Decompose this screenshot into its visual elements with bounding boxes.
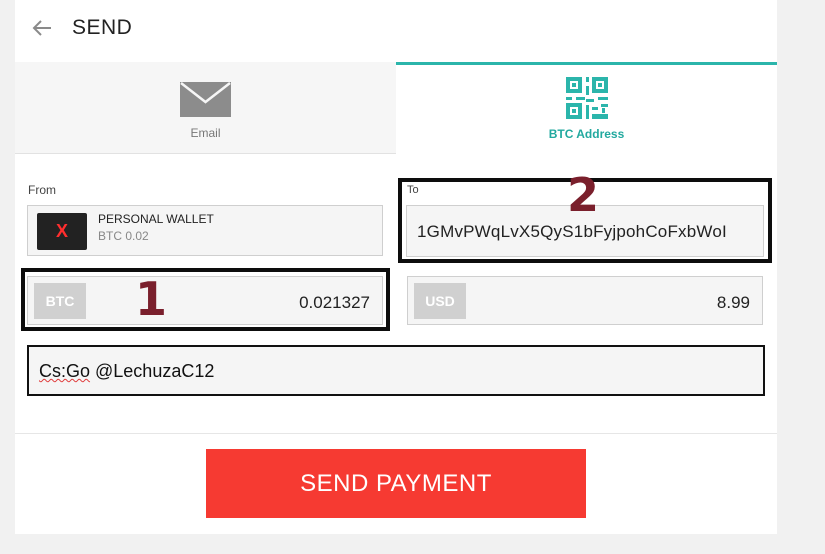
send-card: SEND Email BTC Address From X PERSONAL W…: [15, 0, 777, 534]
note-text: Cs:Go @LechuzaC12: [39, 361, 214, 382]
mail-icon: [180, 82, 231, 117]
annotation-number-1: 1: [135, 272, 168, 326]
annotation-number-2: 2: [567, 168, 600, 222]
page-title: SEND: [72, 16, 133, 39]
btc-currency-badge: BTC: [34, 283, 86, 319]
btc-amount-value: 0.021327: [299, 293, 370, 312]
tab-btc-address[interactable]: BTC Address: [396, 62, 777, 154]
qr-code-icon: [566, 77, 608, 119]
to-label: To: [407, 184, 419, 196]
from-label: From: [28, 183, 56, 197]
header: SEND: [15, 0, 777, 62]
wallet-logo-glyph: X: [55, 221, 68, 241]
usd-amount-value: 8.99: [716, 293, 750, 312]
wallet-logo: X: [37, 213, 87, 250]
note-rest: @LechuzaC12: [90, 361, 215, 381]
divider: [15, 433, 777, 434]
send-method-tabs: Email BTC Address: [15, 62, 777, 154]
wallet-balance: BTC 0.02: [98, 229, 149, 243]
from-wallet-selector[interactable]: X PERSONAL WALLET BTC 0.02: [27, 205, 383, 256]
wallet-name: PERSONAL WALLET: [98, 212, 214, 226]
btc-address-value: 1GMvPWqLvX5QyS1bFyjpohCoFxbWoI: [417, 222, 727, 241]
note-misspelled-word: Cs:Go: [39, 361, 91, 381]
tab-btc-address-label: BTC Address: [548, 127, 625, 141]
tab-email[interactable]: Email: [15, 62, 396, 154]
note-input[interactable]: Cs:Go @LechuzaC12: [27, 345, 765, 396]
arrow-left-icon[interactable]: [31, 17, 53, 39]
usd-amount-input[interactable]: USD 8.99: [407, 276, 763, 325]
usd-currency-badge: USD: [414, 283, 466, 319]
send-payment-button[interactable]: SEND PAYMENT: [206, 449, 586, 518]
btc-amount-input[interactable]: BTC 0.021327: [27, 276, 383, 325]
tab-email-label: Email: [190, 126, 221, 140]
